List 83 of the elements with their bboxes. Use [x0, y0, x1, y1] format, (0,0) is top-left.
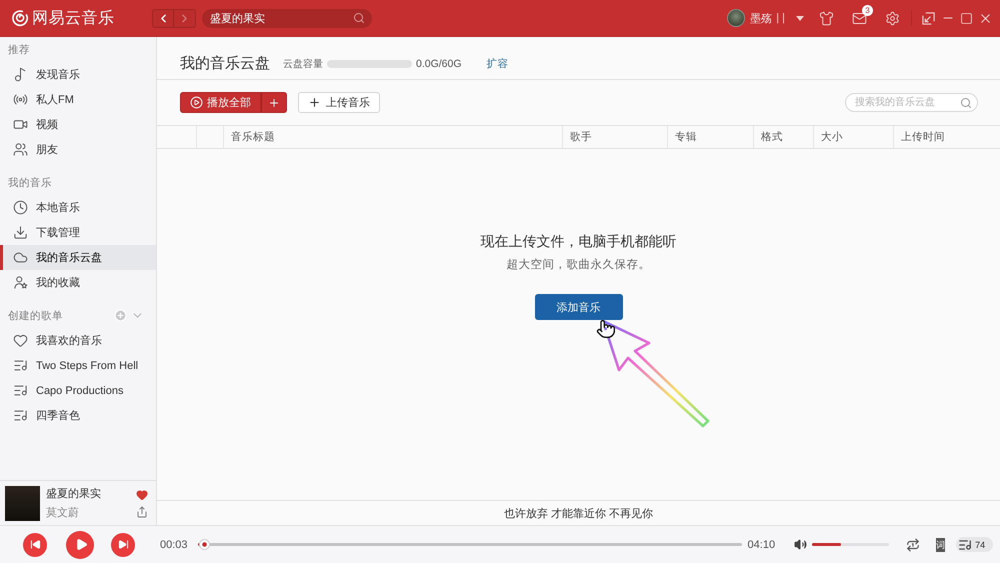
- next-button[interactable]: [111, 532, 135, 556]
- lyrics-button[interactable]: 词: [936, 538, 946, 552]
- add-to-playlist-button[interactable]: [261, 92, 287, 113]
- search-field[interactable]: 搜索我的音乐云盘: [845, 93, 978, 112]
- playlist-icon: [13, 383, 28, 398]
- search-field[interactable]: 盛夏的果实: [202, 8, 372, 28]
- repeat-one-icon[interactable]: [906, 538, 920, 552]
- play-button[interactable]: [66, 530, 94, 558]
- skip-forward-icon: [118, 539, 128, 550]
- radio-waves-icon: [13, 92, 28, 107]
- shirt-icon[interactable]: [819, 10, 834, 26]
- avatar[interactable]: [727, 9, 746, 27]
- upload-button[interactable]: 上传音乐: [298, 92, 380, 113]
- skip-back-icon: [30, 539, 40, 550]
- sidebar-item[interactable]: 朋友: [0, 137, 156, 162]
- share-icon[interactable]: [136, 506, 148, 518]
- user-name[interactable]: 墨殇: [750, 10, 772, 26]
- sidebar-item[interactable]: 本地音乐: [0, 195, 156, 220]
- notification-badge: 3: [862, 4, 873, 16]
- playlist-icon: [13, 358, 28, 373]
- cloud-icon: [13, 250, 28, 265]
- sidebar-item[interactable]: 私人FM: [0, 87, 156, 112]
- sidebar-item[interactable]: 下载管理: [0, 220, 156, 245]
- person-star-icon: [13, 275, 28, 290]
- hand-cursor-icon: [596, 318, 616, 340]
- play-all-button[interactable]: 播放全部: [180, 92, 261, 113]
- plus-icon: [268, 96, 280, 108]
- app-name: 网易云音乐: [32, 8, 114, 28]
- people-icon: [13, 142, 28, 157]
- volume-track[interactable]: [812, 543, 890, 546]
- empty-state-heading: 现在上传文件，电脑手机都能听: [480, 232, 676, 250]
- sidebar-item[interactable]: Two Steps From Hell: [0, 353, 156, 378]
- playlist-icon: [13, 408, 28, 423]
- sidebar-item[interactable]: Capo Productions: [0, 378, 156, 403]
- volume-icon[interactable]: [794, 538, 808, 551]
- back-button[interactable]: [152, 8, 174, 28]
- empty-state-subtext: 超大空间，歌曲永久保存。: [506, 257, 650, 273]
- caret-down-icon[interactable]: [796, 16, 804, 20]
- song-title: 盛夏的果实: [46, 486, 102, 501]
- heart-icon[interactable]: [136, 488, 148, 500]
- capacity-label: 云盘容量: [283, 58, 323, 71]
- column-header[interactable]: 音乐标题: [231, 130, 275, 144]
- section-title: 推荐: [8, 42, 31, 56]
- capacity-reading: 0.0G/60G: [416, 58, 462, 70]
- column-header[interactable]: 专辑: [675, 130, 697, 144]
- sidebar-item[interactable]: 我喜欢的音乐: [0, 328, 156, 353]
- user-tag: | |: [776, 12, 785, 24]
- logo-icon[interactable]: [11, 9, 29, 27]
- mail-icon[interactable]: [852, 10, 867, 26]
- playlist-icon: [958, 538, 972, 552]
- lyric-text: 也许放弃 才能靠近你 不再见你: [504, 506, 654, 520]
- add-music-button[interactable]: 添加音乐: [534, 294, 622, 320]
- sidebar-item[interactable]: 发现音乐: [0, 62, 156, 87]
- section-title: 创建的歌单: [8, 308, 64, 322]
- sidebar-item[interactable]: 我的音乐云盘: [0, 245, 156, 270]
- maximize-icon[interactable]: [960, 12, 973, 24]
- column-header[interactable]: 歌手: [570, 130, 592, 144]
- elapsed-time: 00:03: [160, 538, 188, 550]
- heart-icon: [13, 333, 28, 348]
- play-icon: [74, 538, 88, 551]
- music-note-icon: [13, 67, 28, 82]
- total-time: 04:10: [748, 538, 776, 550]
- download-icon: [13, 225, 28, 240]
- playlist-button[interactable]: 74: [956, 537, 994, 552]
- previous-button[interactable]: [23, 532, 47, 556]
- clock-icon: [13, 200, 28, 215]
- section-title: 我的音乐: [8, 176, 53, 190]
- settings-icon[interactable]: [885, 10, 900, 26]
- column-header[interactable]: 大小: [821, 130, 843, 144]
- expand-link[interactable]: 扩容: [486, 57, 509, 71]
- page-title: 我的音乐云盘: [180, 54, 270, 74]
- play-circle-icon: [190, 96, 203, 109]
- search-icon[interactable]: [353, 12, 365, 24]
- sidebar-item[interactable]: 我的收藏: [0, 270, 156, 295]
- column-header[interactable]: 上传时间: [901, 130, 945, 144]
- mini-mode-icon[interactable]: [922, 12, 935, 24]
- sidebar-item[interactable]: 视频: [0, 112, 156, 137]
- sidebar-item[interactable]: 四季音色: [0, 403, 156, 428]
- search-icon[interactable]: [960, 96, 972, 108]
- artist-name: 莫文蔚: [46, 506, 80, 520]
- progress-thumb[interactable]: [199, 539, 210, 550]
- column-header[interactable]: 格式: [761, 130, 783, 144]
- plus-icon: [308, 96, 321, 109]
